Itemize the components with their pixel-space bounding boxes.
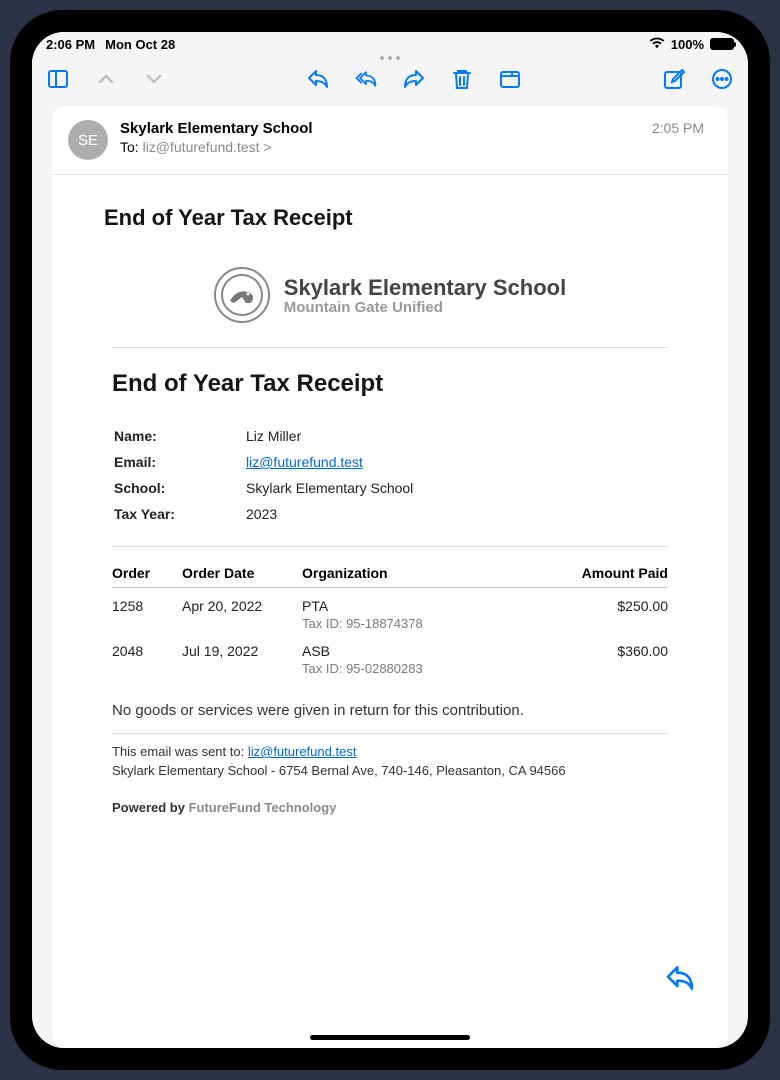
trash-icon[interactable] — [448, 65, 476, 93]
divider — [112, 347, 668, 348]
message-body: End of Year Tax Receipt Skylark Elementa… — [52, 175, 728, 1048]
compose-icon[interactable] — [660, 65, 688, 93]
avatar: SE — [68, 120, 108, 160]
disclaimer-text: No goods or services were given in retur… — [112, 702, 668, 719]
battery-icon — [710, 38, 734, 50]
to-address: liz@futurefund.test — [143, 139, 260, 155]
detail-label-year: Tax Year: — [114, 502, 244, 526]
status-date: Mon Oct 28 — [105, 37, 175, 52]
prev-message-icon[interactable] — [92, 65, 120, 93]
archive-icon[interactable] — [496, 65, 524, 93]
status-battery-text: 100% — [671, 37, 704, 52]
cell-order: 2048 — [112, 633, 182, 678]
divider — [112, 546, 668, 547]
multitask-dots-icon[interactable] — [380, 56, 400, 60]
message-header[interactable]: SE Skylark Elementary School To: liz@fut… — [52, 106, 728, 175]
orders-table: Order Order Date Organization Amount Pai… — [112, 557, 668, 678]
footer-address: Skylark Elementary School - 6754 Bernal … — [112, 763, 668, 778]
reply-icon[interactable] — [304, 65, 332, 93]
detail-value-name: Liz Miller — [246, 424, 666, 448]
screen: 2:06 PM Mon Oct 28 100% — [32, 32, 748, 1048]
col-amount: Amount Paid — [515, 557, 668, 588]
cell-amount: $360.00 — [515, 633, 668, 678]
cell-org: PTA — [302, 598, 515, 614]
more-icon[interactable] — [708, 65, 736, 93]
detail-label-email: Email: — [114, 450, 244, 474]
next-message-icon[interactable] — [140, 65, 168, 93]
footer-sent-to-label: This email was sent to: — [112, 744, 244, 759]
reply-floating-icon[interactable] — [664, 962, 700, 998]
detail-label-school: School: — [114, 476, 244, 500]
status-bar: 2:06 PM Mon Oct 28 100% — [32, 32, 748, 56]
cell-amount: $250.00 — [515, 588, 668, 634]
detail-label-name: Name: — [114, 424, 244, 448]
col-org: Organization — [302, 557, 515, 588]
detail-value-year: 2023 — [246, 502, 666, 526]
recipient-line[interactable]: To: liz@futurefund.test > — [120, 139, 640, 155]
doc-title: End of Year Tax Receipt — [112, 370, 668, 398]
reply-all-icon[interactable] — [352, 65, 380, 93]
subject: End of Year Tax Receipt — [104, 205, 668, 231]
sender-name: Skylark Elementary School — [120, 120, 640, 137]
cell-order: 1258 — [112, 588, 182, 634]
ipad-frame: 2:06 PM Mon Oct 28 100% — [10, 10, 770, 1070]
org-name: Skylark Elementary School — [284, 275, 566, 301]
divider — [112, 733, 668, 734]
powered-by-brand[interactable]: FutureFund Technology — [189, 800, 337, 815]
col-order: Order — [112, 557, 182, 588]
table-row: 2048 Jul 19, 2022 ASB Tax ID: 95-0288028… — [112, 633, 668, 678]
org-block: Skylark Elementary School Mountain Gate … — [112, 267, 668, 323]
message-time: 2:05 PM — [652, 120, 704, 136]
table-row: 1258 Apr 20, 2022 PTA Tax ID: 95-1887437… — [112, 588, 668, 634]
home-indicator[interactable] — [310, 1035, 470, 1040]
detail-value-email[interactable]: liz@futurefund.test — [246, 454, 363, 470]
school-logo-icon — [214, 267, 270, 323]
forward-icon[interactable] — [400, 65, 428, 93]
cell-tax-id: Tax ID: 95-18874378 — [302, 616, 515, 631]
col-date: Order Date — [182, 557, 302, 588]
toolbar — [32, 56, 748, 102]
detail-value-school: Skylark Elementary School — [246, 476, 666, 500]
org-district: Mountain Gate Unified — [284, 299, 566, 316]
cell-tax-id: Tax ID: 95-02880283 — [302, 661, 515, 676]
sidebar-toggle-icon[interactable] — [44, 65, 72, 93]
message-card: SE Skylark Elementary School To: liz@fut… — [52, 106, 728, 1048]
footer-block: This email was sent to: liz@futurefund.t… — [112, 744, 668, 815]
wifi-icon — [649, 37, 665, 52]
footer-sent-to-email[interactable]: liz@futurefund.test — [248, 744, 357, 759]
cell-date: Apr 20, 2022 — [182, 588, 302, 634]
powered-by-label: Powered by — [112, 800, 185, 815]
cell-date: Jul 19, 2022 — [182, 633, 302, 678]
to-label: To: — [120, 139, 139, 155]
status-time: 2:06 PM — [46, 37, 95, 52]
details-table: Name: Liz Miller Email: liz@futurefund.t… — [112, 422, 668, 528]
to-suffix: > — [263, 139, 271, 155]
cell-org: ASB — [302, 643, 515, 659]
